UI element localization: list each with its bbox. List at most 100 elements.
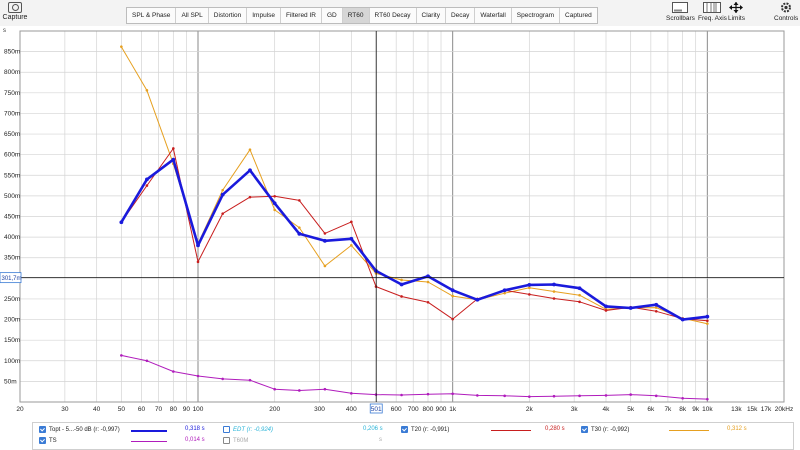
data-point-t20 [400,295,403,298]
data-point-topt [527,283,532,287]
data-point-t20 [528,293,531,296]
data-point-t30 [323,264,327,268]
data-point-topt [654,302,659,307]
data-point-t20 [248,195,252,199]
data-point-topt [323,238,327,243]
legend-item-t60m[interactable]: T60M [223,437,248,444]
data-point-topt [502,288,507,293]
legend-item-topt[interactable]: Topt - 5...-50 dB (r: -0,997) [39,426,120,433]
data-point-topt [220,192,225,197]
data-point-ts [323,387,327,391]
x-tick-label: 200 [269,406,280,413]
data-point-t30 [273,208,276,212]
data-point-t30 [298,226,301,229]
data-point-t30 [350,244,353,247]
legend-value-topt: 0,318 s [185,426,205,432]
data-point-ts [681,396,684,400]
legend-swatch-topt [131,430,167,432]
data-point-t20 [451,317,454,321]
data-point-topt [297,231,302,236]
data-point-t20 [552,297,556,300]
x-tick-label: 2k [526,406,534,413]
data-point-topt [450,288,455,293]
data-point-topt [349,236,354,241]
cursor-y-readout: 301,7m [2,276,22,282]
legend-value-t20: 0,280 s [545,426,565,432]
data-point-topt [119,220,124,225]
legend-swatch-t30 [669,430,709,431]
data-point-topt [604,304,608,309]
data-point-ts [248,378,252,382]
data-point-ts [273,387,276,391]
x-tick-label: 1k [449,406,457,413]
x-tick-label: 6k [647,406,655,413]
legend-checkbox-t60m[interactable] [223,437,230,444]
data-point-ts [578,394,581,398]
data-point-topt [145,177,149,182]
data-point-t30 [400,278,403,282]
data-point-t30 [552,290,556,293]
data-point-ts [400,393,403,397]
y-tick-label: 650m [4,131,20,138]
legend-checkbox-t30[interactable] [581,426,588,433]
data-point-ts [172,370,175,373]
legend-checkbox-ts[interactable] [39,437,46,444]
data-point-t20 [654,310,658,313]
data-point-t30 [528,286,531,290]
legend-checkbox-edt[interactable] [223,426,230,433]
legend-checkbox-t20[interactable] [401,426,408,433]
x-tick-label: 13k [731,406,742,413]
y-tick-label: 250m [4,296,20,303]
legend-item-edt[interactable]: EDT (r: -0,924) [223,426,273,433]
data-point-topt [680,317,685,322]
data-point-t20 [578,300,581,304]
data-point-ts [120,354,123,357]
data-point-t30 [578,293,581,297]
data-point-topt [196,243,200,248]
data-point-ts [552,394,556,398]
data-point-ts [221,377,224,381]
legend-item-ts[interactable]: TS [39,437,57,444]
y-tick-label: 750m [4,90,20,97]
data-point-ts [196,374,200,378]
y-tick-label: 50m [4,378,17,385]
legend-checkbox-topt[interactable] [39,426,46,433]
y-axis-ticks: 50m 100m 150m 200m 250m 350m 400m 450m 500m 550m 6… [4,49,20,386]
data-point-ts [629,393,632,396]
x-tick-label: 8k [679,406,687,413]
y-tick-label: 400m [4,234,20,241]
cursor-x-readout: 501 [371,406,382,413]
legend-item-t20[interactable]: T20 (r: -0,991) [401,426,449,433]
data-point-ts [426,392,430,396]
data-point-t20 [604,309,608,312]
x-axis-ticks: 20 30 40 50 60 70 80 90 100 200 300 400 600 700 800 900… [16,406,793,413]
data-point-t20 [145,184,149,187]
data-point-t30 [248,148,252,152]
y-tick-label: 700m [4,110,20,117]
data-point-ts [604,394,608,397]
data-point-ts [476,394,479,397]
legend-item-t30[interactable]: T30 (r: -0,992) [581,426,629,433]
legend-value-t60m: s [379,437,382,443]
x-tick-label: 20kHz [775,406,793,413]
y-tick-label: 600m [4,152,20,159]
data-point-topt [577,286,582,291]
x-tick-label: 9k [692,406,700,413]
y-tick-label: 500m [4,193,20,200]
data-point-t20 [706,319,709,323]
data-point-t30 [145,89,149,92]
data-point-topt [705,314,710,319]
data-point-topt [475,297,480,302]
data-point-ts [528,395,531,398]
legend-value-t30: 0,312 s [727,426,747,432]
data-point-ts [298,389,301,392]
rt60-chart[interactable]: 20 30 40 50 60 70 80 90 100 200 300 400 600 700 800 900… [0,0,800,420]
data-point-t30 [426,280,430,284]
x-tick-label: 20 [16,406,24,413]
y-tick-label: 100m [4,358,20,365]
x-tick-label: 900 [436,406,447,413]
data-point-t20 [196,260,200,264]
x-tick-label: 50 [118,406,126,413]
data-point-t30 [120,45,123,48]
y-tick-label: 850m [4,49,20,56]
